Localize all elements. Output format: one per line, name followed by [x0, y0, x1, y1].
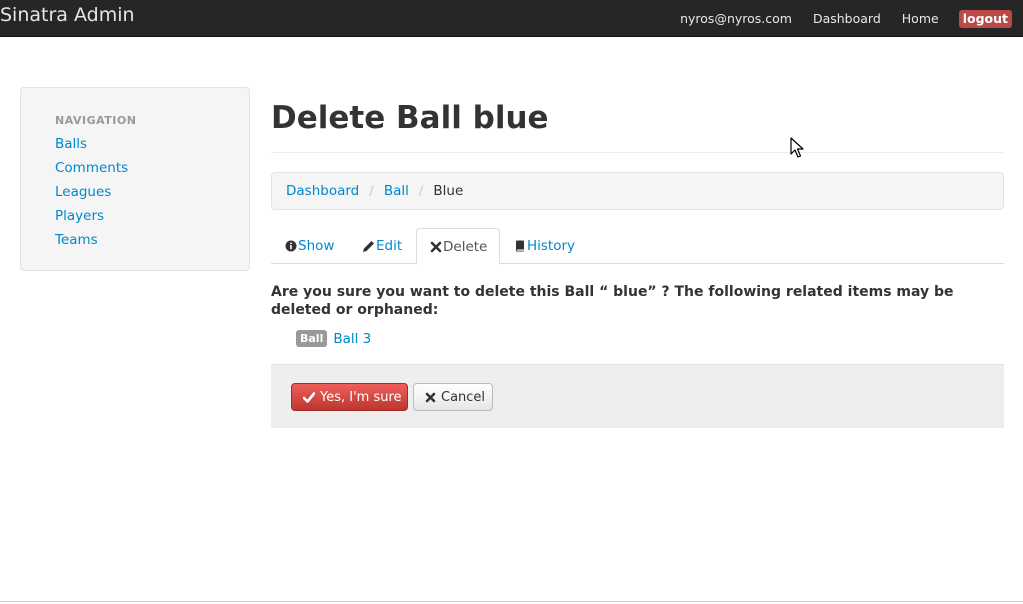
- confirm-delete-label: Yes, I'm sure: [320, 389, 402, 405]
- sidebar-item-leagues[interactable]: Leagues: [55, 184, 111, 200]
- tab-show-label: Show: [298, 238, 335, 254]
- top-navbar: Sinatra Admin nyros@nyros.com Dashboard …: [0, 0, 1023, 37]
- sidebar-item-teams[interactable]: Teams: [55, 232, 98, 248]
- sidebar-header: NAVIGATION: [55, 114, 137, 127]
- tab-delete-label: Delete: [443, 238, 488, 255]
- pencil-icon: [363, 240, 374, 252]
- close-icon: [425, 392, 436, 402]
- navbar-right: nyros@nyros.com Dashboard Home logout: [680, 0, 1012, 37]
- sidebar-item-balls[interactable]: Balls: [55, 136, 87, 152]
- mouse-cursor-icon: [790, 137, 804, 158]
- tab-history-label: History: [527, 238, 576, 254]
- action-tabs: Show Edit Delete History: [271, 228, 1004, 265]
- delete-confirmation-text: Are you sure you want to delete this Bal…: [271, 284, 954, 318]
- sidebar-item-comments[interactable]: Comments: [55, 160, 128, 176]
- info-icon: [285, 240, 297, 252]
- sidebar: NAVIGATION Balls Comments Leagues Player…: [20, 87, 250, 271]
- brand-link[interactable]: Sinatra Admin: [0, 4, 135, 26]
- sidebar-item-players[interactable]: Players: [55, 208, 104, 224]
- breadcrumb-separator: /: [418, 183, 424, 199]
- check-icon: [303, 391, 315, 403]
- nav-dashboard-link[interactable]: Dashboard: [813, 11, 881, 26]
- breadcrumb: Dashboard / Ball / Blue: [271, 172, 1004, 210]
- tab-edit-label: Edit: [376, 238, 403, 254]
- page-bottom-border: [0, 601, 1023, 602]
- close-icon: [430, 241, 442, 252]
- tab-delete[interactable]: Delete: [416, 228, 501, 265]
- cancel-label: Cancel: [441, 389, 486, 405]
- related-item: Ball Ball 3: [296, 330, 371, 347]
- cancel-button[interactable]: Cancel: [413, 383, 493, 411]
- confirm-delete-button[interactable]: Yes, I'm sure: [291, 383, 408, 411]
- page-title: Delete Ball blue: [271, 100, 549, 136]
- user-email-link[interactable]: nyros@nyros.com: [680, 11, 792, 26]
- related-item-link[interactable]: Ball 3: [333, 331, 371, 347]
- breadcrumb-current: Blue: [433, 183, 464, 199]
- tab-show[interactable]: Show: [285, 228, 334, 264]
- book-icon: [516, 240, 524, 252]
- tab-history[interactable]: History: [515, 228, 575, 264]
- tab-edit[interactable]: Edit: [362, 228, 402, 264]
- logout-button[interactable]: logout: [958, 9, 1012, 28]
- related-item-badge: Ball: [296, 330, 328, 347]
- title-divider: [271, 152, 1004, 153]
- breadcrumb-dashboard-link[interactable]: Dashboard: [286, 183, 359, 199]
- breadcrumb-separator: /: [369, 183, 374, 199]
- breadcrumb-ball-link[interactable]: Ball: [384, 183, 409, 199]
- nav-home-link[interactable]: Home: [902, 11, 939, 26]
- form-actions: Yes, I'm sure Cancel: [271, 364, 1004, 428]
